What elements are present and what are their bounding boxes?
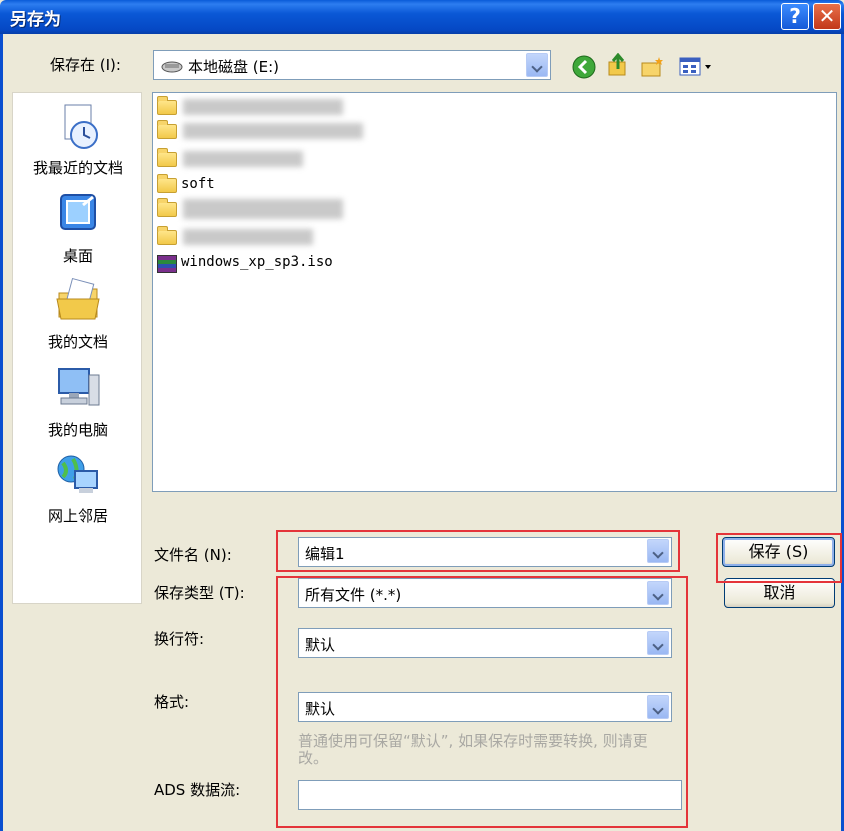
list-item[interactable]: soft bbox=[157, 174, 377, 197]
chevron-down-icon[interactable] bbox=[526, 53, 548, 77]
archive-icon bbox=[157, 255, 177, 273]
up-folder-icon[interactable] bbox=[606, 53, 630, 77]
filename-label: 文件名 (N): bbox=[154, 546, 232, 564]
filetype-label: 保存类型 (T): bbox=[154, 584, 245, 602]
save-button[interactable]: 保存 (S) bbox=[722, 537, 835, 567]
file-name: soft bbox=[181, 176, 215, 192]
folder-icon bbox=[157, 120, 177, 139]
drive-icon bbox=[161, 61, 183, 73]
place-my-computer[interactable]: 我的电脑 bbox=[13, 365, 143, 440]
linebreak-value: 默认 bbox=[305, 636, 336, 654]
desktop-icon bbox=[60, 194, 96, 230]
place-label: 我的电脑 bbox=[47, 421, 108, 439]
chevron-down-icon[interactable] bbox=[647, 539, 669, 563]
place-label: 网上邻居 bbox=[47, 507, 108, 525]
chevron-down-icon[interactable] bbox=[647, 695, 669, 719]
close-icon: ✕ bbox=[818, 4, 836, 28]
chevron-down-icon[interactable] bbox=[647, 631, 669, 655]
format-dropdown[interactable]: 默认 bbox=[298, 692, 672, 722]
filetype-dropdown[interactable]: 所有文件 (*.*) bbox=[298, 578, 672, 608]
filename-input[interactable]: 编辑1 bbox=[298, 537, 672, 567]
linebreak-dropdown[interactable]: 默认 bbox=[298, 628, 672, 658]
list-item[interactable] bbox=[157, 148, 377, 171]
title-bar[interactable]: 另存为 ? ✕ bbox=[0, 0, 844, 34]
format-label: 格式: bbox=[154, 693, 190, 711]
cancel-button[interactable]: 取消 bbox=[724, 578, 835, 608]
place-desktop[interactable]: 桌面 bbox=[13, 191, 143, 266]
redacted-name bbox=[183, 151, 303, 167]
my-computer-icon bbox=[58, 368, 100, 406]
place-network[interactable]: 网上邻居 bbox=[13, 451, 143, 526]
folder-icon bbox=[157, 174, 177, 193]
chevron-down-icon[interactable] bbox=[647, 581, 669, 605]
list-item[interactable] bbox=[157, 198, 377, 221]
folder-icon bbox=[157, 226, 177, 245]
place-my-documents[interactable]: 我的文档 bbox=[13, 277, 143, 352]
file-list[interactable]: soft windows_xp_sp3.iso bbox=[152, 92, 837, 492]
filename-value: 编辑1 bbox=[305, 545, 345, 563]
redacted-name bbox=[183, 229, 313, 245]
list-item[interactable]: windows_xp_sp3.iso bbox=[157, 253, 377, 275]
list-item[interactable] bbox=[157, 226, 377, 249]
window-title: 另存为 bbox=[10, 10, 61, 30]
recent-documents-icon bbox=[64, 104, 98, 149]
place-label: 桌面 bbox=[62, 247, 93, 265]
help-icon: ? bbox=[789, 4, 801, 28]
filetype-value: 所有文件 (*.*) bbox=[305, 586, 402, 604]
folder-icon bbox=[157, 198, 177, 217]
lookin-value: 本地磁盘 (E:) bbox=[188, 58, 280, 76]
folder-icon bbox=[157, 96, 177, 115]
format-hint: 普通使用可保留“默认”, 如果保存时需要转换, 则请更改。 bbox=[298, 732, 648, 767]
place-recent-documents[interactable]: 我最近的文档 bbox=[13, 103, 143, 178]
list-item[interactable] bbox=[157, 120, 377, 143]
place-label: 我最近的文档 bbox=[32, 159, 123, 177]
list-item[interactable] bbox=[157, 96, 377, 119]
lookin-label: 保存在 (I): bbox=[50, 56, 121, 74]
view-menu-icon[interactable] bbox=[679, 57, 715, 77]
redacted-name bbox=[183, 199, 343, 219]
help-button[interactable]: ? bbox=[781, 3, 809, 30]
new-folder-icon[interactable] bbox=[640, 55, 664, 79]
back-icon[interactable] bbox=[572, 55, 596, 79]
ads-label: ADS 数据流: bbox=[154, 781, 241, 799]
file-name: windows_xp_sp3.iso bbox=[181, 254, 333, 270]
redacted-name bbox=[183, 123, 363, 139]
redacted-name bbox=[183, 99, 343, 115]
places-bar: 我最近的文档 桌面 我的文档 我的电脑 网上邻居 bbox=[12, 92, 142, 604]
linebreak-label: 换行符: bbox=[154, 630, 205, 648]
format-value: 默认 bbox=[305, 700, 336, 718]
place-label: 我的文档 bbox=[47, 333, 108, 351]
filename-dropdown[interactable] bbox=[643, 537, 671, 567]
folder-icon bbox=[157, 148, 177, 167]
network-places-icon bbox=[57, 455, 98, 493]
lookin-dropdown[interactable]: 本地磁盘 (E:) bbox=[153, 50, 551, 80]
my-documents-icon bbox=[56, 277, 100, 320]
close-button[interactable]: ✕ bbox=[813, 3, 841, 30]
window-frame-left bbox=[0, 34, 3, 831]
ads-input[interactable] bbox=[298, 780, 682, 810]
